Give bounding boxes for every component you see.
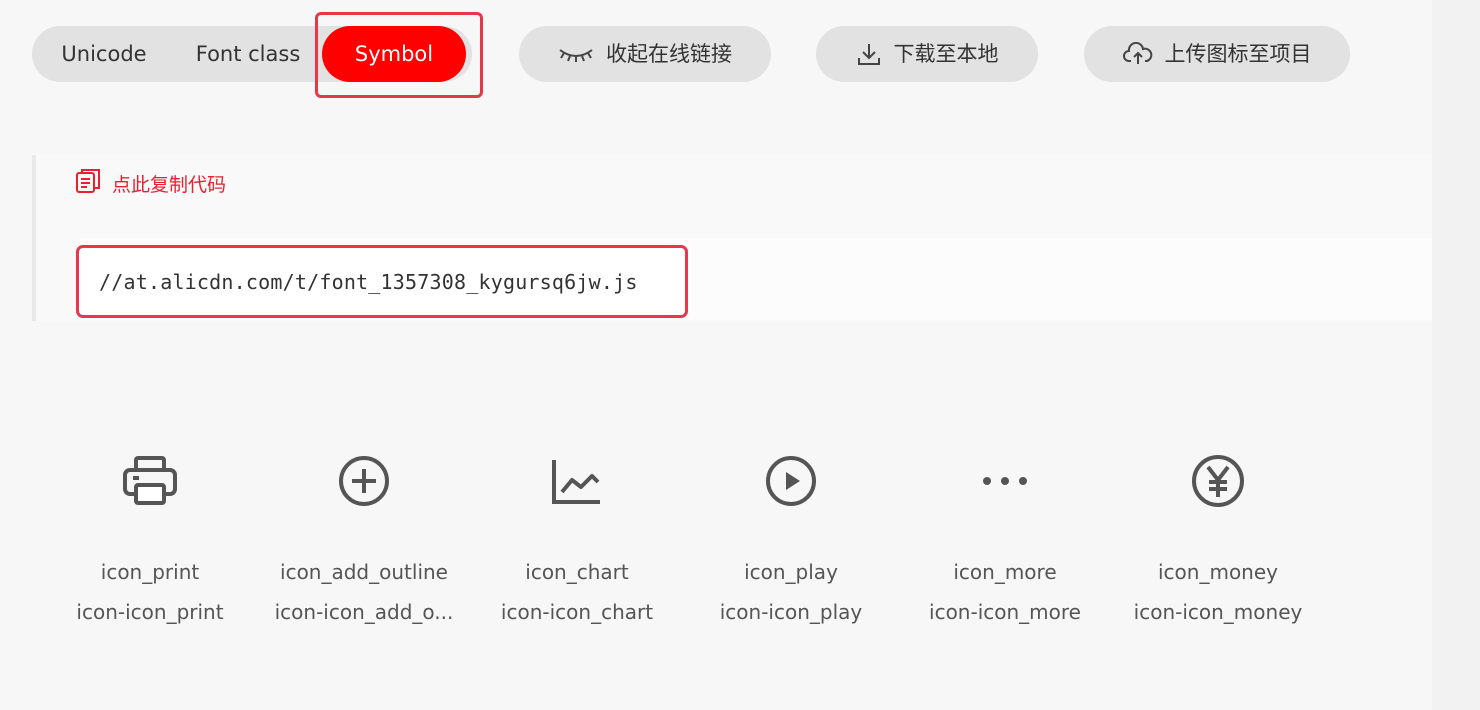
icon-name: icon_more — [953, 560, 1057, 584]
icon-name: icon_play — [744, 560, 838, 584]
icon-name: icon_chart — [525, 560, 629, 584]
icon-card-add-outline[interactable]: icon_add_outline icon-icon_add_o... — [259, 440, 469, 640]
cloud-upload-icon — [1122, 42, 1153, 66]
icon-card-print[interactable]: icon_print icon-icon_print — [45, 440, 255, 640]
icon-class: icon-icon_money — [1133, 600, 1303, 624]
font-type-tabs: Unicode Font class Symbol — [32, 26, 472, 82]
icon-card-chart[interactable]: icon_chart icon-icon_chart — [472, 440, 682, 640]
print-icon — [115, 446, 185, 516]
copy-document-icon — [74, 167, 102, 200]
download-local-label: 下载至本地 — [893, 42, 999, 66]
tab-font-class[interactable]: Font class — [176, 26, 320, 82]
more-icon — [970, 446, 1040, 516]
upload-to-project-label: 上传图标至项目 — [1164, 42, 1312, 66]
add-outline-icon — [329, 446, 399, 516]
tab-symbol[interactable]: Symbol — [322, 26, 466, 82]
symbol-url-box[interactable]: //at.alicdn.com/t/font_1357308_kygursq6j… — [76, 245, 688, 318]
icon-name: icon_money — [1158, 560, 1278, 584]
copy-code-button[interactable]: 点此复制代码 — [74, 167, 226, 199]
download-local-button[interactable]: 下载至本地 — [816, 26, 1038, 82]
upload-to-project-button[interactable]: 上传图标至项目 — [1084, 26, 1350, 82]
icon-class: icon-icon_more — [929, 600, 1081, 624]
icon-card-more[interactable]: icon_more icon-icon_more — [900, 440, 1110, 640]
play-icon — [756, 446, 826, 516]
icon-class: icon-icon_play — [719, 600, 863, 624]
icon-class: icon-icon_chart — [500, 600, 654, 624]
collapse-link-label: 收起在线链接 — [606, 42, 732, 66]
collapse-link-button[interactable]: 收起在线链接 — [519, 26, 771, 82]
chart-icon — [542, 446, 612, 516]
icon-name: icon_add_outline — [280, 560, 448, 584]
icon-name: icon_print — [100, 560, 200, 584]
right-edge-background — [1432, 0, 1480, 710]
money-icon — [1183, 446, 1253, 516]
copy-code-label: 点此复制代码 — [112, 173, 227, 196]
icon-class: icon-icon_print — [76, 600, 224, 624]
closed-eye-icon — [558, 44, 594, 64]
download-icon — [856, 41, 882, 67]
tab-unicode[interactable]: Unicode — [32, 26, 176, 82]
icon-class: icon-icon_add_o... — [274, 600, 454, 624]
icon-card-money[interactable]: icon_money icon-icon_money — [1113, 440, 1323, 640]
icon-card-play[interactable]: icon_play icon-icon_play — [686, 440, 896, 640]
symbol-url-text: //at.alicdn.com/t/font_1357308_kygursq6j… — [99, 269, 638, 294]
